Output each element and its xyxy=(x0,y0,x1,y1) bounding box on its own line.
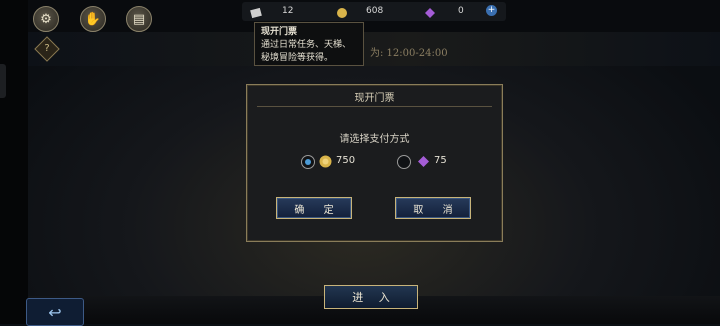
cancel-button[interactable]: 取 消 xyxy=(395,197,471,219)
back-arrow-icon: ↩ xyxy=(48,302,62,322)
gem-price: 75 xyxy=(434,155,447,166)
gold-coin-icon xyxy=(319,155,332,168)
confirm-button[interactable]: 确 定 xyxy=(276,197,352,219)
add-currency-button[interactable]: + xyxy=(486,5,497,16)
tooltip-line-1: 通过日常任务、天梯、 xyxy=(261,40,352,50)
gold-count: 608 xyxy=(366,6,384,16)
ticket-count: 12 xyxy=(282,6,294,16)
gem-count: 0 xyxy=(458,6,464,16)
dialog-divider xyxy=(257,106,492,107)
enter-button[interactable]: 进 入 xyxy=(324,285,418,309)
resource-bar: 12 608 0 xyxy=(242,2,506,21)
help-icon: ? xyxy=(44,43,50,54)
left-edge-handle[interactable] xyxy=(0,64,6,98)
ticket-icon xyxy=(250,7,262,19)
dialog-prompt: 请选择支付方式 xyxy=(339,134,410,145)
gold-payment-radio[interactable] xyxy=(301,155,315,169)
ticket-tooltip: 现开门票 通过日常任务、天梯、 秘境冒险等获得。 xyxy=(254,22,364,66)
collection-button[interactable]: ▤ xyxy=(126,6,152,32)
tooltip-line-2: 秘境冒险等获得。 xyxy=(261,53,334,63)
purple-gem-icon xyxy=(418,156,429,167)
time-window-text: 为: 12:00-24:00 xyxy=(370,48,448,59)
dialog-title: 现开门票 xyxy=(354,93,395,104)
gold-price: 750 xyxy=(336,155,356,166)
payment-dialog: 现开门票 请选择支付方式 750 75 确 定 取 消 xyxy=(246,84,503,242)
cards-icon: ▤ xyxy=(132,11,146,27)
handshake-icon: ✋ xyxy=(84,11,102,27)
gold-coin-icon xyxy=(337,8,347,18)
gear-icon: ⚙ xyxy=(40,11,52,27)
settings-button[interactable]: ⚙ xyxy=(33,6,59,32)
back-button[interactable]: ↩ xyxy=(26,298,84,326)
left-edge-strip xyxy=(0,0,28,324)
tooltip-title: 现开门票 xyxy=(261,27,298,37)
purple-gem-icon xyxy=(425,8,435,18)
friends-button[interactable]: ✋ xyxy=(80,6,106,32)
gem-payment-radio[interactable] xyxy=(397,155,411,169)
